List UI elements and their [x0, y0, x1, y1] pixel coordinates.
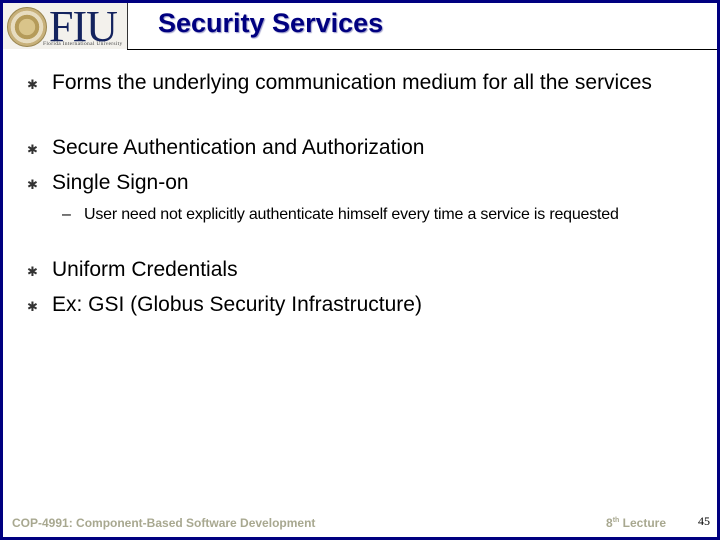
lecture-number: 8: [606, 516, 613, 530]
lecture-suffix: th: [612, 517, 620, 524]
asterisk-bullet-icon: ✱: [27, 264, 38, 279]
asterisk-bullet-icon: ✱: [27, 77, 38, 92]
asterisk-bullet-icon: ✱: [27, 177, 38, 192]
page-number: 45: [698, 514, 710, 528]
university-seal-icon: [7, 7, 47, 47]
dash-bullet-icon: –: [62, 206, 71, 223]
footer-course: COP-4991: Component-Based Software Devel…: [12, 516, 316, 530]
slide-title: Security Services: [158, 8, 384, 38]
slide-header: FIU Florida International University Sec…: [0, 0, 720, 51]
footer-lecture: 8th Lecture: [606, 516, 666, 530]
logo-subtitle: Florida International University: [43, 41, 123, 47]
asterisk-bullet-icon: ✱: [27, 142, 38, 157]
fiu-logo: FIU Florida International University: [3, 2, 128, 51]
title-divider: [127, 49, 717, 50]
lecture-label: Lecture: [622, 516, 666, 530]
asterisk-bullet-icon: ✱: [27, 299, 38, 314]
